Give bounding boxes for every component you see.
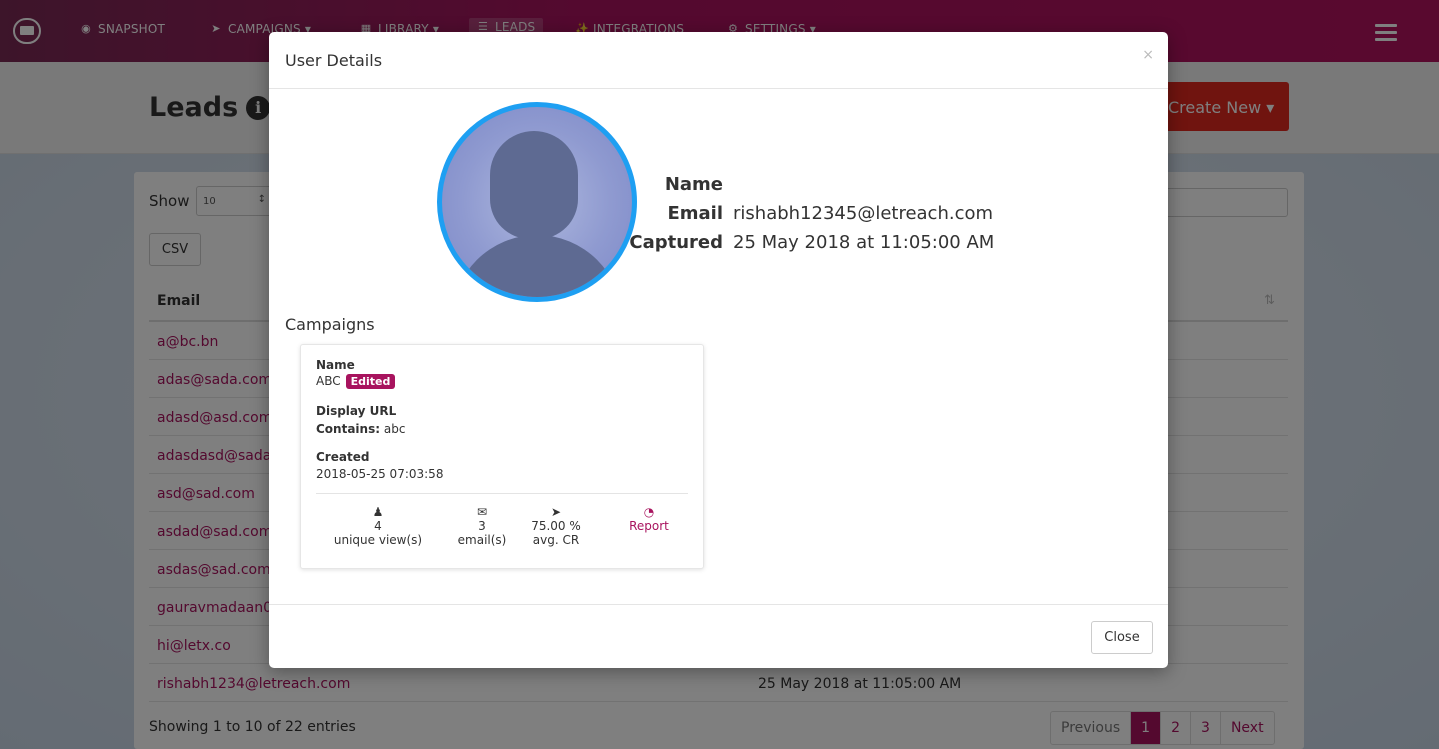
campaign-card: Name ABC Edited Display URL Contains: abc…	[300, 344, 704, 569]
unique-views-label: unique view(s)	[333, 533, 423, 547]
campaigns-heading: Campaigns	[285, 315, 375, 334]
avatar-body-shape	[452, 235, 622, 297]
created-value: 2018-05-25 07:03:58	[316, 467, 444, 481]
contains-label: Contains:	[316, 422, 381, 436]
stat-emails: ✉ 3 email(s)	[449, 505, 515, 547]
avg-cr-value: 75.00 %	[531, 519, 581, 533]
name-label: Name	[664, 174, 723, 195]
avg-cr-label: avg. CR	[532, 533, 580, 547]
close-icon[interactable]: ×	[1142, 47, 1154, 63]
modal-title: User Details	[285, 51, 383, 70]
campaign-name-value: ABC	[316, 374, 341, 388]
captured-label: Captured	[629, 232, 723, 253]
unique-views-value: 4	[374, 519, 382, 533]
stat-avg-cr: ➤ 75.00 % avg. CR	[523, 505, 589, 547]
emails-value: 3	[478, 519, 486, 533]
report-link[interactable]: ◔ Report	[619, 505, 679, 533]
user-name-row: Name	[626, 170, 994, 199]
user-info: Name Email rishabh12345@letreach.com Cap…	[626, 170, 994, 257]
email-label: Email	[667, 203, 723, 224]
user-captured-row: Captured 25 May 2018 at 11:05:00 AM	[626, 228, 994, 257]
avatar	[437, 102, 637, 302]
report-label: Report	[629, 519, 669, 533]
avatar-head-shape	[490, 131, 578, 239]
campaign-name: ABC Edited	[316, 374, 396, 389]
user-email-row: Email rishabh12345@letreach.com	[626, 199, 994, 228]
users-icon: ♟	[372, 505, 384, 519]
email-value: rishabh12345@letreach.com	[733, 203, 994, 224]
display-url-label: Display URL	[316, 404, 397, 418]
edited-badge: Edited	[345, 374, 396, 389]
display-url-rule: Contains: abc	[316, 422, 405, 436]
close-button[interactable]: Close	[1091, 621, 1153, 654]
captured-value: 25 May 2018 at 11:05:00 AM	[733, 232, 995, 253]
campaign-stats-divider	[316, 493, 688, 494]
user-details-modal: User Details × Name Email rishabh12345@l…	[269, 32, 1168, 668]
created-label: Created	[316, 450, 370, 464]
emails-label: email(s)	[457, 533, 507, 547]
modal-footer: Close	[269, 604, 1168, 668]
cursor-icon: ➤	[550, 505, 562, 519]
contains-value: abc	[383, 422, 406, 436]
pie-chart-icon: ◔	[643, 505, 655, 519]
modal-header: User Details ×	[269, 32, 1168, 89]
envelope-icon: ✉	[476, 505, 488, 519]
stat-unique-views: ♟ 4 unique view(s)	[333, 505, 423, 547]
campaign-name-label: Name	[316, 358, 355, 372]
